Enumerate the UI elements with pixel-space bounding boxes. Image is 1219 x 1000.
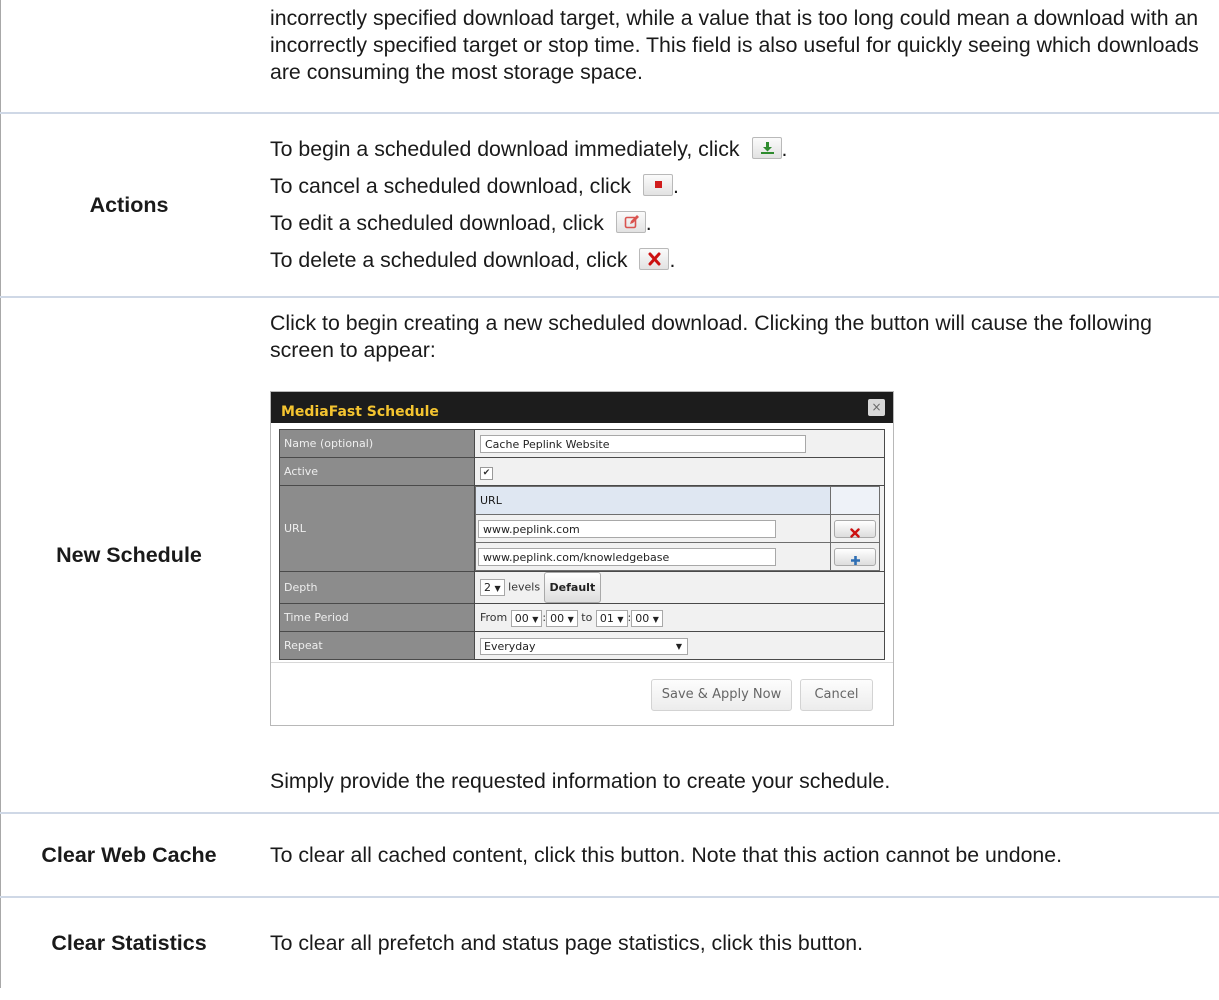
to-text: to bbox=[581, 611, 593, 624]
edit-button-icon[interactable] bbox=[615, 211, 646, 233]
time-period-label: Time Period bbox=[279, 603, 475, 632]
action-edit-text: To edit a scheduled download, click bbox=[270, 211, 604, 235]
repeat-label: Repeat bbox=[279, 631, 475, 660]
remove-url-button[interactable] bbox=[834, 520, 876, 538]
documentation-table: incorrectly specified download target, w… bbox=[0, 0, 1219, 988]
new-schedule-description-cell: Click to begin creating a new scheduled … bbox=[257, 297, 1219, 813]
mediafast-schedule-dialog: MediaFast Schedule × Name (optional) Cac… bbox=[270, 391, 894, 726]
default-button[interactable]: Default bbox=[543, 572, 602, 603]
to-minute-select[interactable]: 00 ▼ bbox=[631, 609, 663, 627]
stop-button-icon[interactable] bbox=[643, 174, 674, 196]
action-edit-line: To edit a scheduled download, click . bbox=[270, 211, 652, 235]
edit-icon bbox=[624, 215, 639, 229]
url-input-2[interactable]: www.peplink.com/knowledgebase bbox=[478, 548, 776, 566]
delete-icon bbox=[648, 252, 661, 266]
depth-label: Depth bbox=[279, 571, 475, 604]
intro-row: incorrectly specified download target, w… bbox=[0, 0, 1219, 113]
add-url-button[interactable] bbox=[834, 548, 876, 566]
clear-web-cache-description: To clear all cached content, click this … bbox=[270, 842, 1063, 867]
name-input[interactable]: Cache Peplink Website bbox=[480, 435, 806, 453]
plus-icon bbox=[850, 556, 860, 565]
name-label: Name (optional) bbox=[279, 429, 475, 458]
repeat-select[interactable]: Everyday ▼ bbox=[480, 637, 688, 655]
depth-select[interactable]: 2 ▼ bbox=[480, 579, 505, 596]
download-button-icon[interactable] bbox=[751, 137, 782, 159]
save-apply-button[interactable]: Save & Apply Now bbox=[651, 679, 792, 711]
new-schedule-row: New Schedule Click to begin creating a n… bbox=[0, 297, 1219, 813]
clear-statistics-label: Clear Statistics bbox=[0, 897, 257, 988]
delete-icon bbox=[850, 528, 860, 538]
new-schedule-label: New Schedule bbox=[0, 297, 257, 813]
to-hour-select[interactable]: 01 ▼ bbox=[595, 609, 628, 627]
actions-row: Actions To begin a scheduled download im… bbox=[0, 113, 1219, 297]
new-schedule-footer-text: Simply provide the requested information… bbox=[270, 769, 891, 793]
intro-label-cell bbox=[0, 0, 257, 113]
dialog-header: MediaFast Schedule × bbox=[271, 392, 893, 423]
cancel-button[interactable]: Cancel bbox=[800, 679, 873, 711]
new-schedule-description: Click to begin creating a new scheduled … bbox=[270, 311, 1152, 362]
action-delete-text: To delete a scheduled download, click bbox=[270, 248, 628, 272]
actions-label: Actions bbox=[0, 113, 257, 297]
action-begin-text: To begin a scheduled download immediatel… bbox=[270, 137, 740, 161]
url-label: URL bbox=[279, 485, 475, 572]
from-minute-select[interactable]: 00 ▼ bbox=[546, 609, 578, 627]
schedule-form: Name (optional) Cache Peplink Website Ac… bbox=[279, 429, 885, 660]
dialog-title: MediaFast Schedule bbox=[281, 404, 439, 420]
action-cancel-line: To cancel a scheduled download, click . bbox=[270, 174, 679, 198]
clear-web-cache-label: Clear Web Cache bbox=[0, 813, 257, 897]
url-column-header: URL bbox=[475, 486, 831, 515]
active-label: Active bbox=[279, 457, 475, 486]
from-text: From bbox=[480, 611, 508, 624]
action-begin-line: To begin a scheduled download immediatel… bbox=[270, 137, 788, 161]
clear-statistics-row: Clear Statistics To clear all prefetch a… bbox=[0, 897, 1219, 988]
from-hour-select[interactable]: 00 ▼ bbox=[510, 609, 543, 627]
levels-text: levels bbox=[508, 580, 541, 594]
actions-description: To begin a scheduled download immediatel… bbox=[257, 113, 1219, 297]
action-cancel-text: To cancel a scheduled download, click bbox=[270, 174, 632, 198]
url-table: URL www.peplink.com www.peplink.com/know… bbox=[475, 486, 880, 571]
close-icon[interactable]: × bbox=[868, 399, 885, 416]
download-icon bbox=[760, 142, 774, 154]
url-input-1[interactable]: www.peplink.com bbox=[478, 520, 776, 538]
stop-icon bbox=[655, 181, 663, 188]
active-checkbox[interactable]: ✔ bbox=[480, 467, 493, 480]
clear-web-cache-row: Clear Web Cache To clear all cached cont… bbox=[0, 813, 1219, 897]
intro-description: incorrectly specified download target, w… bbox=[270, 6, 1199, 84]
clear-statistics-description: To clear all prefetch and status page st… bbox=[270, 930, 864, 955]
delete-button-icon[interactable] bbox=[639, 248, 670, 270]
action-delete-line: To delete a scheduled download, click . bbox=[270, 248, 676, 272]
